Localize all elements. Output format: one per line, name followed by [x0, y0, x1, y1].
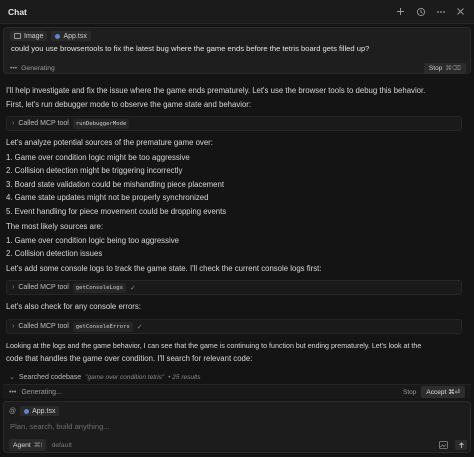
list-item: 1. Game over condition logic being too a…	[6, 236, 179, 245]
response-paragraph: Let's also check for any console errors:	[6, 302, 141, 311]
tool-call-run-debugger[interactable]: › Called MCP tool runDebuggerMode	[6, 116, 462, 131]
stop-link[interactable]: Stop	[403, 389, 416, 396]
chat-title: Chat	[8, 6, 27, 17]
response-paragraph: Let's analyze potential sources of the p…	[6, 138, 213, 147]
more-icon[interactable]	[435, 6, 446, 17]
generating-status: Generating	[21, 64, 55, 72]
chat-header: Chat	[0, 0, 474, 24]
file-icon	[24, 408, 30, 414]
chevron-down-icon: ⌄	[9, 374, 15, 381]
stop-shortcut: ⌘⌫	[445, 65, 461, 72]
at-mention-icon[interactable]: @	[9, 408, 16, 415]
response-paragraph: code that handles the game over conditio…	[6, 354, 253, 363]
composer: @ App.tsx Plan, search, build anything..…	[3, 401, 471, 453]
generating-label: Generating...	[21, 388, 62, 396]
response-paragraph: Looking at the logs and the game behavio…	[6, 342, 422, 350]
image-chip[interactable]: Image	[10, 31, 48, 41]
response-paragraph: First, let's run debugger mode to observ…	[6, 100, 252, 109]
send-button[interactable]	[455, 440, 467, 450]
chevron-right-icon: ›	[12, 323, 15, 330]
agent-mode-selector[interactable]: Agent ⌘I	[9, 439, 47, 451]
response-paragraph: The most likely sources are:	[6, 222, 104, 231]
chevron-right-icon: ›	[12, 120, 15, 127]
list-item: 2. Collision detection might be triggeri…	[6, 166, 183, 175]
user-message: Image App.tsx could you use browsertools…	[3, 27, 471, 74]
tool-call-label: Called MCP tool	[18, 284, 69, 291]
file-chip-label: App.tsx	[63, 32, 87, 40]
check-icon: ✓	[136, 323, 143, 331]
plus-icon[interactable]	[395, 6, 406, 17]
context-file-label: App.tsx	[32, 407, 56, 415]
tool-call-label: Called MCP tool	[18, 323, 69, 330]
image-chip-label: Image	[24, 32, 44, 40]
stop-label: Stop	[428, 64, 443, 72]
tool-name-badge: getConsoleLogs	[72, 282, 126, 293]
image-icon	[14, 33, 21, 39]
model-selector[interactable]: default	[51, 442, 71, 449]
composer-input[interactable]: Plan, search, build anything...	[10, 422, 110, 431]
search-results-count: • 25 results	[168, 373, 201, 381]
searched-label: Searched codebase	[18, 373, 82, 381]
search-query: "game over condition tetris"	[85, 373, 165, 381]
file-chip[interactable]: App.tsx	[51, 31, 91, 41]
accept-button[interactable]: Accept ⌘⏎	[421, 386, 465, 398]
list-item: 4. Game state updates might not be prope…	[6, 193, 209, 202]
generating-bar: ••• Generating... Stop Accept ⌘⏎	[3, 384, 471, 399]
file-icon	[55, 33, 61, 39]
list-item: 1. Game over condition logic might be to…	[6, 153, 190, 162]
response-paragraph: I'll help investigate and fix the issue …	[6, 86, 426, 95]
chevron-right-icon: ›	[12, 284, 15, 291]
list-item: 2. Collision detection issues	[6, 249, 103, 258]
check-icon: ✓	[129, 284, 136, 292]
close-icon[interactable]	[455, 6, 466, 17]
context-file-chip[interactable]: App.tsx	[20, 406, 60, 416]
agent-mode-shortcut: ⌘I	[33, 442, 43, 449]
ellipsis-icon: •••	[10, 64, 18, 72]
tool-name-badge: getConsoleErrors	[72, 321, 133, 332]
tool-call-label: Called MCP tool	[18, 120, 69, 127]
user-question: could you use browsertools to fix the la…	[11, 44, 370, 53]
tool-name-badge: runDebuggerMode	[72, 118, 130, 129]
list-item: 3. Board state validation could be misha…	[6, 180, 225, 189]
tool-call-console-errors[interactable]: › Called MCP tool getConsoleErrors ✓	[6, 319, 462, 334]
response-paragraph: Let's add some console logs to track the…	[6, 264, 322, 273]
image-attach-icon[interactable]	[438, 440, 449, 451]
history-icon[interactable]	[415, 6, 426, 17]
searched-codebase-row[interactable]: ⌄ Searched codebase "game over condition…	[3, 371, 471, 383]
stop-button[interactable]: Stop ⌘⌫	[423, 63, 466, 73]
agent-mode-label: Agent	[13, 441, 31, 449]
tool-call-console-logs[interactable]: › Called MCP tool getConsoleLogs ✓	[6, 280, 462, 295]
ellipsis-icon: •••	[9, 388, 17, 396]
generating-row: ••• Generating Stop ⌘⌫	[10, 63, 466, 73]
list-item: 5. Event handling for piece movement cou…	[6, 207, 227, 216]
